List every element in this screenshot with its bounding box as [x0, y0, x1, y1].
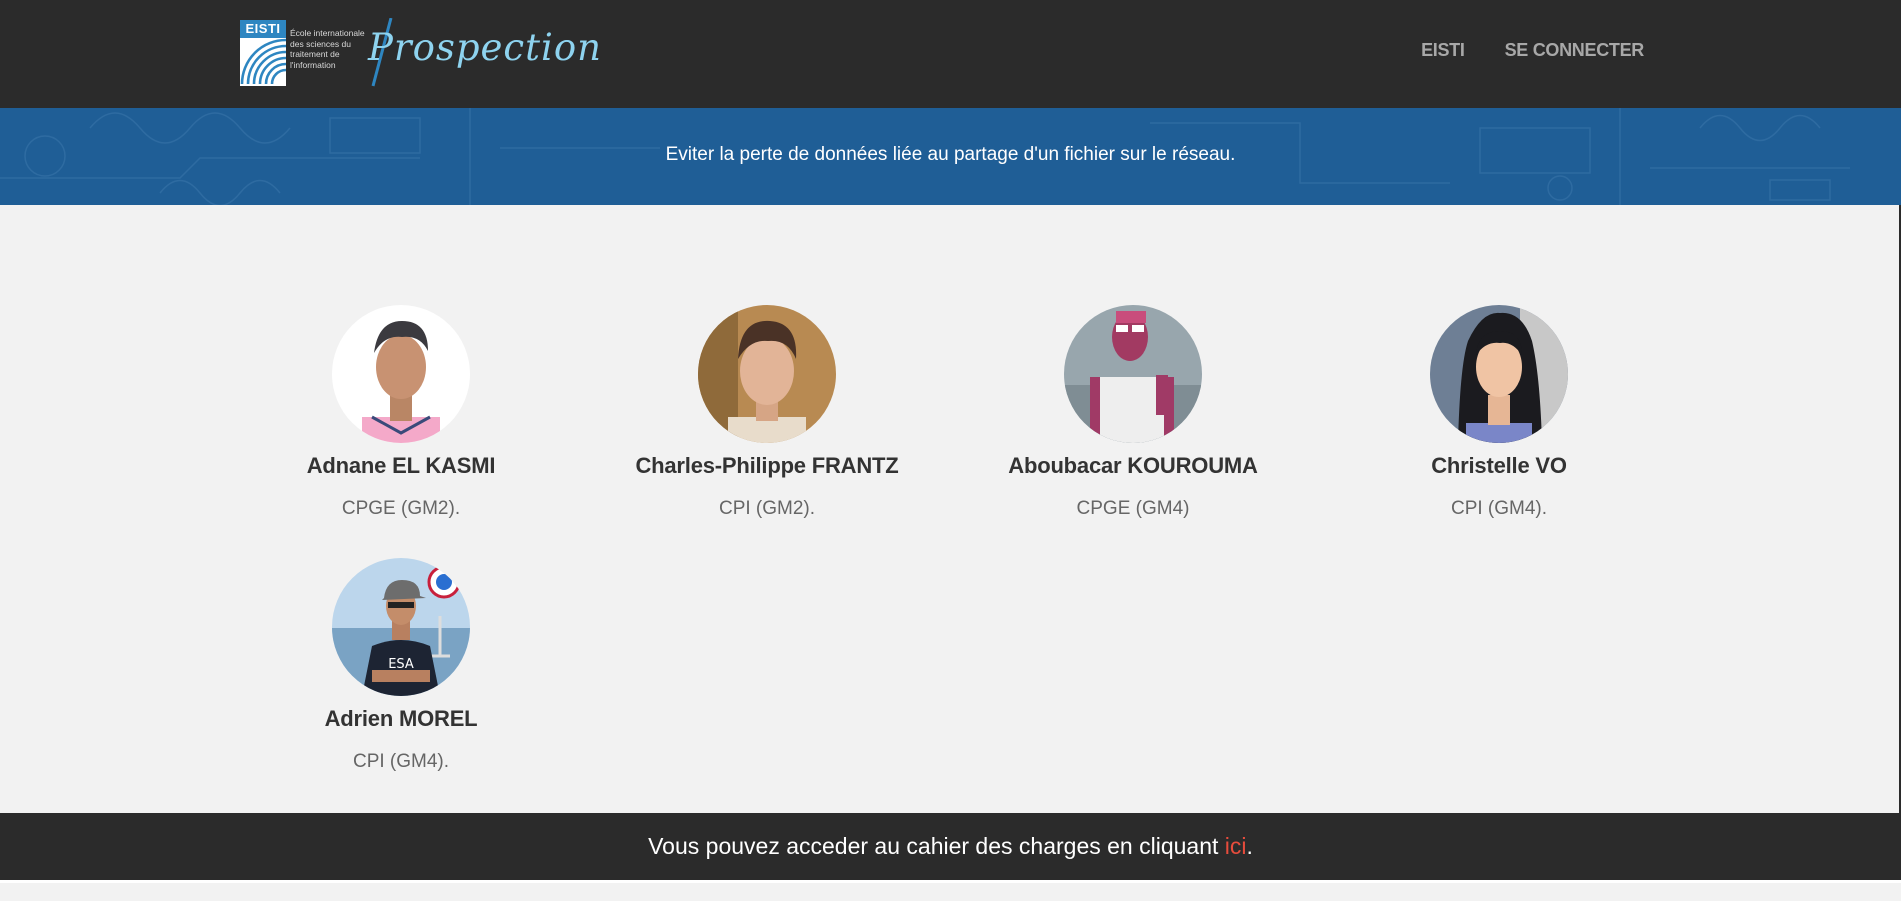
site-logo-link[interactable]: EISTI École internationale des sciences … [240, 18, 601, 90]
member-name: Charles-Philippe FRANTZ [635, 453, 899, 478]
member-program: CPGE (GM2). [341, 498, 461, 519]
member-program: CPI (GM4). [352, 751, 450, 772]
team-member-card: Adnane EL KASMI CPGE (GM2). [221, 305, 581, 520]
member-photo [698, 305, 836, 443]
member-avatar [332, 305, 470, 443]
hero-banner: Eviter la perte de données liée au parta… [0, 108, 1901, 205]
page-bottom-strip [0, 880, 1901, 901]
logo-wordmark: Prospection [368, 26, 602, 69]
footer-bar: Vous pouvez acceder au cahier des charge… [0, 813, 1901, 880]
member-photo [332, 305, 470, 443]
member-name: Aboubacar KOUROUMA [1008, 453, 1258, 478]
main-nav: EISTI SE CONNECTER [1421, 0, 1644, 100]
member-name: Adrien MOREL [324, 706, 478, 731]
spec-document-link[interactable]: ici [1225, 833, 1247, 860]
member-photo: ESA [332, 558, 470, 696]
svg-text:ESA: ESA [388, 657, 414, 672]
member-avatar: ESA [332, 558, 470, 696]
member-avatar [1430, 305, 1568, 443]
member-name: Adnane EL KASMI [306, 453, 496, 478]
nav-link-login[interactable]: SE CONNECTER [1505, 40, 1645, 61]
navbar: EISTI École internationale des sciences … [0, 0, 1901, 108]
member-program: CPGE (GM4) [1076, 498, 1190, 519]
team-member-card: Christelle VO CPI (GM4). [1319, 305, 1679, 520]
member-photo [1064, 305, 1202, 443]
member-avatar [1064, 305, 1202, 443]
member-name: Christelle VO [1431, 453, 1567, 478]
footer-period: . [1246, 833, 1253, 859]
banner-tagline: Eviter la perte de données liée au parta… [665, 143, 1236, 165]
footer-text: Vous pouvez acceder au cahier des charge… [648, 833, 1225, 859]
team-member-card: ESA Adrien MOREL CPI (GM4). [221, 558, 581, 773]
member-program: CPI (GM4). [1450, 498, 1548, 519]
team-member-card: Charles-Philippe FRANTZ CPI (GM2). [587, 305, 947, 520]
nav-link-eisti[interactable]: EISTI [1421, 40, 1465, 61]
member-photo [1430, 305, 1568, 443]
member-avatar [698, 305, 836, 443]
team-member-card: Aboubacar KOUROUMA CPGE (GM4) [953, 305, 1313, 520]
member-program: CPI (GM2). [718, 498, 816, 519]
